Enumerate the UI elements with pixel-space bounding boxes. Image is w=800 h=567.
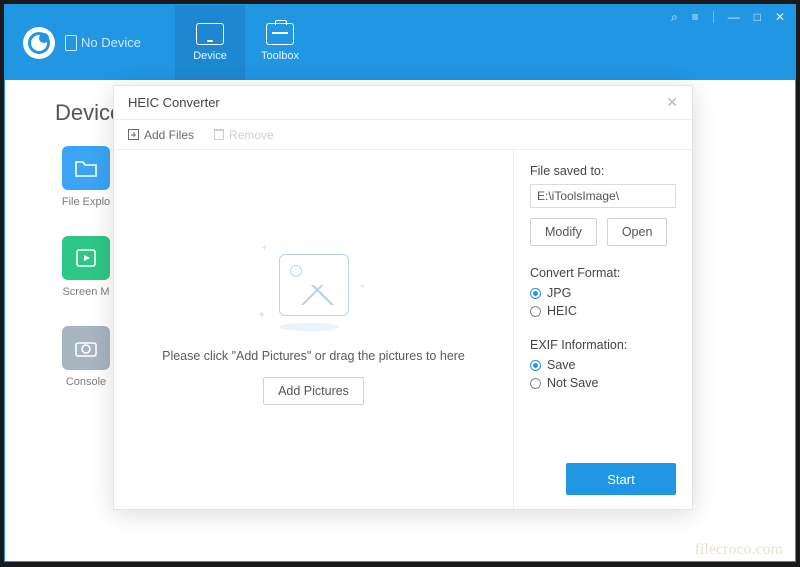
tool-label: Console	[66, 376, 106, 388]
exif-label: EXIF Information:	[530, 338, 676, 352]
nav: Device Toolbox	[175, 5, 315, 80]
trash-icon	[214, 129, 224, 140]
format-group: JPG HEIC	[530, 286, 676, 318]
toolbox-icon	[266, 23, 294, 45]
dialog-body: ++✦ Please click "Add Pictures" or drag …	[114, 150, 692, 509]
saved-to-label: File saved to:	[530, 164, 676, 178]
side-panel: File saved to: E:\iToolsImage\ Modify Op…	[514, 150, 692, 509]
logo-area: No Device	[5, 5, 175, 80]
tool-label: Screen M	[62, 286, 109, 298]
add-pictures-button[interactable]: Add Pictures	[263, 377, 364, 405]
close-icon[interactable]: ✕	[775, 11, 785, 23]
tool-screen-mirror[interactable]: Screen M	[55, 236, 117, 298]
nav-device[interactable]: Device	[175, 5, 245, 80]
add-files-button[interactable]: Add Files	[128, 128, 194, 142]
plus-icon	[128, 129, 139, 140]
remove-button: Remove	[214, 128, 274, 142]
save-path-field[interactable]: E:\iToolsImage\	[530, 184, 676, 208]
exif-notsave-radio[interactable]: Not Save	[530, 376, 676, 390]
minimize-icon[interactable]: —	[728, 11, 740, 23]
format-label: Convert Format:	[530, 266, 676, 280]
tool-console[interactable]: Console	[55, 326, 117, 388]
format-jpg-radio[interactable]: JPG	[530, 286, 676, 300]
dialog-header: HEIC Converter ✕	[114, 86, 692, 120]
heic-converter-dialog: HEIC Converter ✕ Add Files Remove ++✦	[113, 85, 693, 510]
camera-icon	[62, 326, 110, 370]
play-icon	[62, 236, 110, 280]
modify-button[interactable]: Modify	[530, 218, 597, 246]
drop-hint: Please click "Add Pictures" or drag the …	[162, 349, 465, 363]
nav-toolbox[interactable]: Toolbox	[245, 5, 315, 80]
exif-save-radio[interactable]: Save	[530, 358, 676, 372]
dialog-close-icon[interactable]: ✕	[666, 94, 678, 111]
nav-device-label: Device	[193, 50, 227, 62]
tool-file-explorer[interactable]: File Explo	[55, 146, 117, 208]
maximize-icon[interactable]: □	[754, 11, 761, 23]
drop-area[interactable]: ++✦ Please click "Add Pictures" or drag …	[114, 150, 514, 509]
dialog-title: HEIC Converter	[128, 95, 220, 110]
menu-icon[interactable]: ≡	[692, 11, 699, 23]
remove-label: Remove	[229, 128, 274, 142]
dialog-toolbar: Add Files Remove	[114, 120, 692, 150]
image-placeholder-icon: ++✦	[279, 254, 349, 316]
shadow	[279, 323, 339, 331]
format-heic-radio[interactable]: HEIC	[530, 304, 676, 318]
tool-label: File Explo	[62, 196, 110, 208]
titlebar: No Device Device Toolbox ⌕ ≡ — □ ✕	[5, 5, 795, 80]
separator	[713, 11, 714, 23]
exif-group: Save Not Save	[530, 358, 676, 390]
exif-save-label: Save	[547, 358, 576, 372]
nav-toolbox-label: Toolbox	[261, 50, 299, 62]
open-button[interactable]: Open	[607, 218, 668, 246]
device-icon	[196, 23, 224, 45]
start-button[interactable]: Start	[566, 463, 676, 495]
device-status: No Device	[65, 35, 141, 51]
add-files-label: Add Files	[144, 128, 194, 142]
format-jpg-label: JPG	[547, 286, 571, 300]
search-icon[interactable]: ⌕	[671, 11, 678, 23]
exif-notsave-label: Not Save	[547, 376, 598, 390]
watermark: filecroco.com	[695, 541, 783, 559]
app-logo	[23, 27, 55, 59]
format-heic-label: HEIC	[547, 304, 577, 318]
folder-icon	[62, 146, 110, 190]
window-controls: ⌕ ≡ — □ ✕	[671, 11, 785, 23]
